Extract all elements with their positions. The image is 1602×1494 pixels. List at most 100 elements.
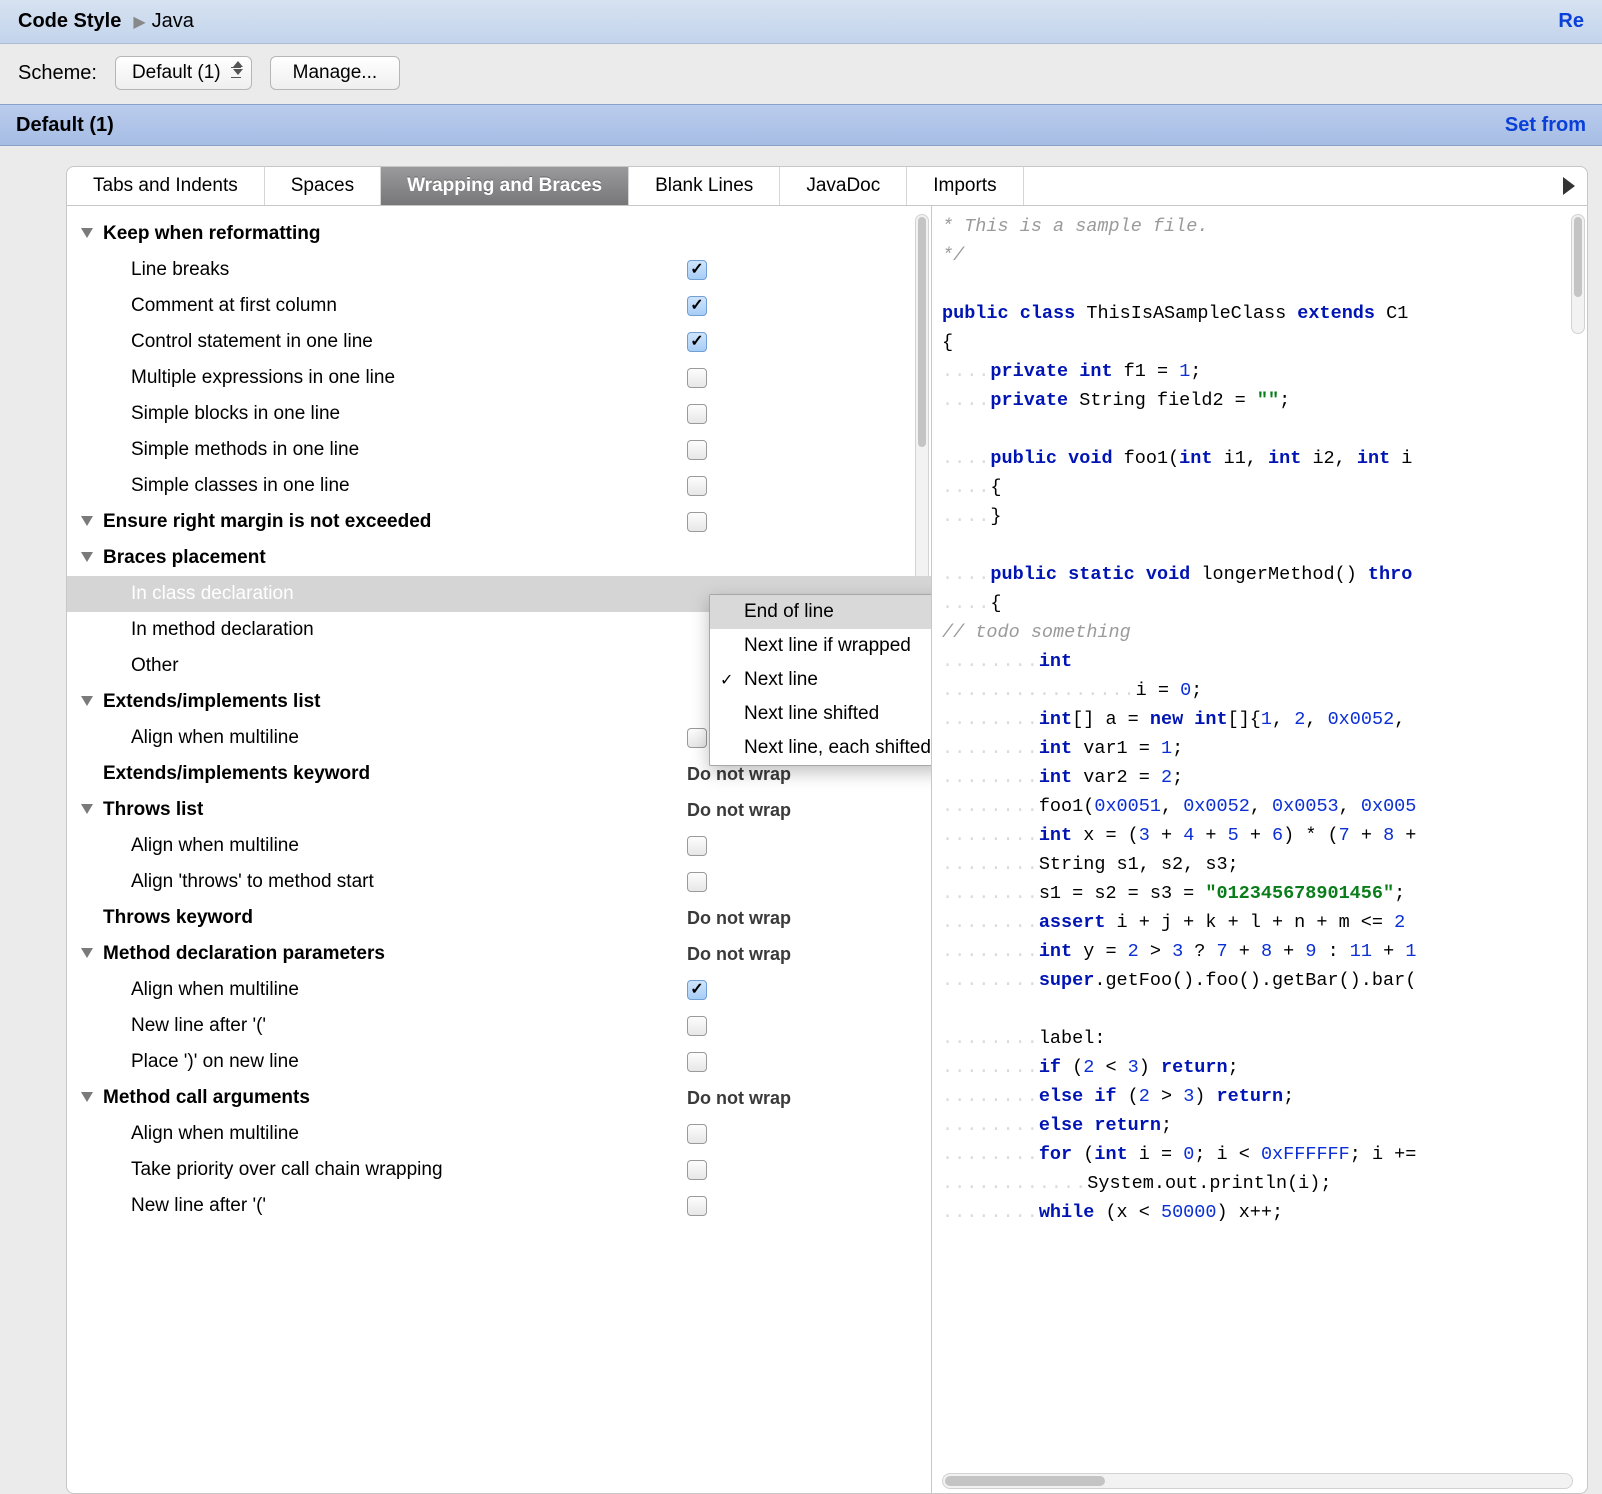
tree-group-label: Extends/implements keyword — [103, 763, 370, 785]
tree-item[interactable]: Simple blocks in one line — [67, 396, 931, 432]
tree-item[interactable]: Take priority over call chain wrapping — [67, 1152, 931, 1188]
checkbox[interactable] — [687, 368, 707, 388]
triangle-right-icon — [1563, 177, 1575, 195]
tree-item[interactable]: Align 'throws' to method start — [67, 864, 931, 900]
checkbox[interactable] — [687, 1160, 707, 1180]
code-line: // todo something — [942, 618, 1587, 647]
disclosure-triangle-icon — [81, 696, 93, 706]
tree-group[interactable]: Ensure right margin is not exceeded — [67, 504, 931, 540]
code-line: ........while (x < 50000) x++; — [942, 1198, 1587, 1227]
options-tree[interactable]: Keep when reformatting Line breaks Comment… — [67, 206, 932, 1493]
tree-item[interactable]: Comment at first column — [67, 288, 931, 324]
combo-value[interactable]: Do not wrap — [687, 800, 791, 821]
tree-group-label: Extends/implements list — [103, 691, 321, 713]
checkbox[interactable] — [687, 332, 707, 352]
dropdown-item[interactable]: Next line — [710, 663, 932, 697]
code-line: ....} — [942, 502, 1587, 531]
checkbox[interactable] — [687, 476, 707, 496]
combo-value[interactable]: Do not wrap — [687, 944, 791, 965]
breadcrumb-part-2: Java — [152, 10, 194, 33]
tab-imports[interactable]: Imports — [907, 167, 1023, 205]
checkbox[interactable] — [687, 872, 707, 892]
code-line: ........label: — [942, 1024, 1587, 1053]
tree-item-label: Control statement in one line — [131, 331, 373, 353]
checkbox[interactable] — [687, 728, 707, 748]
checkbox[interactable] — [687, 1052, 707, 1072]
checkbox[interactable] — [687, 836, 707, 856]
checkbox[interactable] — [687, 260, 707, 280]
tree-item-label: New line after '(' — [131, 1015, 266, 1037]
tree-item[interactable]: Multiple expressions in one line — [67, 360, 931, 396]
tree-item[interactable]: New line after '(' — [67, 1188, 931, 1224]
tree-item-label: In method declaration — [131, 619, 314, 641]
code-line: ........String s1, s2, s3; — [942, 850, 1587, 879]
tree-group[interactable]: Keep when reformatting — [67, 216, 931, 252]
code-line: ........s1 = s2 = s3 = "012345678901456"… — [942, 879, 1587, 908]
tree-item[interactable]: Align when multiline — [67, 1116, 931, 1152]
set-from-link[interactable]: Set from — [1505, 114, 1586, 137]
tree-item-label: Multiple expressions in one line — [131, 367, 395, 389]
checkbox[interactable] — [687, 980, 707, 1000]
tabs-overflow-button[interactable] — [1551, 167, 1587, 205]
tree-group[interactable]: Throws list Do not wrap — [67, 792, 931, 828]
tab-spaces[interactable]: Spaces — [265, 167, 381, 205]
code-line: public class ThisIsASampleClass extends … — [942, 299, 1587, 328]
dropdown-item[interactable]: Next line shifted — [710, 697, 932, 731]
tree-item[interactable]: Align when multiline — [67, 972, 931, 1008]
checkbox[interactable] — [687, 512, 707, 532]
code-line — [942, 531, 1587, 560]
tree-group[interactable]: Method declaration parametersDo not wrap — [67, 936, 931, 972]
tab-blank-lines[interactable]: Blank Lines — [629, 167, 780, 205]
section-header: Default (1) Set from — [0, 104, 1602, 146]
scrollbar-horizontal[interactable] — [942, 1473, 1573, 1489]
code-line: ........foo1(0x0051, 0x0052, 0x0053, 0x0… — [942, 792, 1587, 821]
breadcrumb-part-1[interactable]: Code Style — [18, 10, 121, 33]
tree-group[interactable]: Braces placement — [67, 540, 931, 576]
disclosure-triangle-icon — [81, 804, 93, 814]
checkbox[interactable] — [687, 404, 707, 424]
tree-item[interactable]: Place ')' on new line — [67, 1044, 931, 1080]
dropdown-popup: End of lineNext line if wrappedNext line… — [709, 594, 932, 766]
tree-item-label: Line breaks — [131, 259, 229, 281]
disclosure-triangle-icon — [81, 228, 93, 238]
code-preview: * This is a sample file. */ public class… — [932, 206, 1587, 1493]
tab-tabs-and-indents[interactable]: Tabs and Indents — [67, 167, 265, 205]
code-line — [942, 995, 1587, 1024]
code-line: ....private String field2 = ""; — [942, 386, 1587, 415]
tree-item[interactable]: Simple classes in one line — [67, 468, 931, 504]
tree-item[interactable]: Simple methods in one line — [67, 432, 931, 468]
scheme-dropdown[interactable]: Default (1) — [115, 56, 252, 90]
checkbox[interactable] — [687, 1016, 707, 1036]
combo-value[interactable]: Do not wrap — [687, 908, 791, 929]
tree-group[interactable]: Throws keywordDo not wrap — [67, 900, 931, 936]
disclosure-triangle-icon — [81, 516, 93, 526]
tree-item[interactable]: Align when multiline — [67, 828, 931, 864]
tab-wrapping-and-braces[interactable]: Wrapping and Braces — [381, 167, 629, 205]
scheme-bar: Scheme: Default (1) Manage... — [0, 44, 1602, 104]
breadcrumb-right-link[interactable]: Re — [1558, 10, 1584, 33]
tree-item[interactable]: Control statement in one line — [67, 324, 931, 360]
dropdown-item[interactable]: End of line — [710, 595, 932, 629]
tab-javadoc[interactable]: JavaDoc — [780, 167, 907, 205]
checkbox[interactable] — [687, 296, 707, 316]
code-line: ........int — [942, 647, 1587, 676]
chevron-right-icon: ▶ — [133, 12, 145, 32]
tree-group-label: Throws list — [103, 799, 203, 821]
combo-value[interactable]: Do not wrap — [687, 1088, 791, 1109]
scrollbar-vertical[interactable] — [1571, 214, 1585, 334]
combo-value[interactable]: Do not wrap — [687, 764, 791, 785]
dropdown-item[interactable]: Next line if wrapped — [710, 629, 932, 663]
tree-item-label: Other — [131, 655, 179, 677]
tree-item-label: Simple methods in one line — [131, 439, 359, 461]
dropdown-item[interactable]: Next line, each shifted — [710, 731, 932, 765]
tree-item[interactable]: Line breaks — [67, 252, 931, 288]
breadcrumb: Code Style ▶ Java Re — [0, 0, 1602, 44]
checkbox[interactable] — [687, 1124, 707, 1144]
tree-item[interactable]: New line after '(' — [67, 1008, 931, 1044]
checkbox[interactable] — [687, 1196, 707, 1216]
code-line — [942, 270, 1587, 299]
tree-group[interactable]: Method call argumentsDo not wrap — [67, 1080, 931, 1116]
checkbox[interactable] — [687, 440, 707, 460]
code-line: ........int var1 = 1; — [942, 734, 1587, 763]
manage-button[interactable]: Manage... — [270, 56, 401, 90]
